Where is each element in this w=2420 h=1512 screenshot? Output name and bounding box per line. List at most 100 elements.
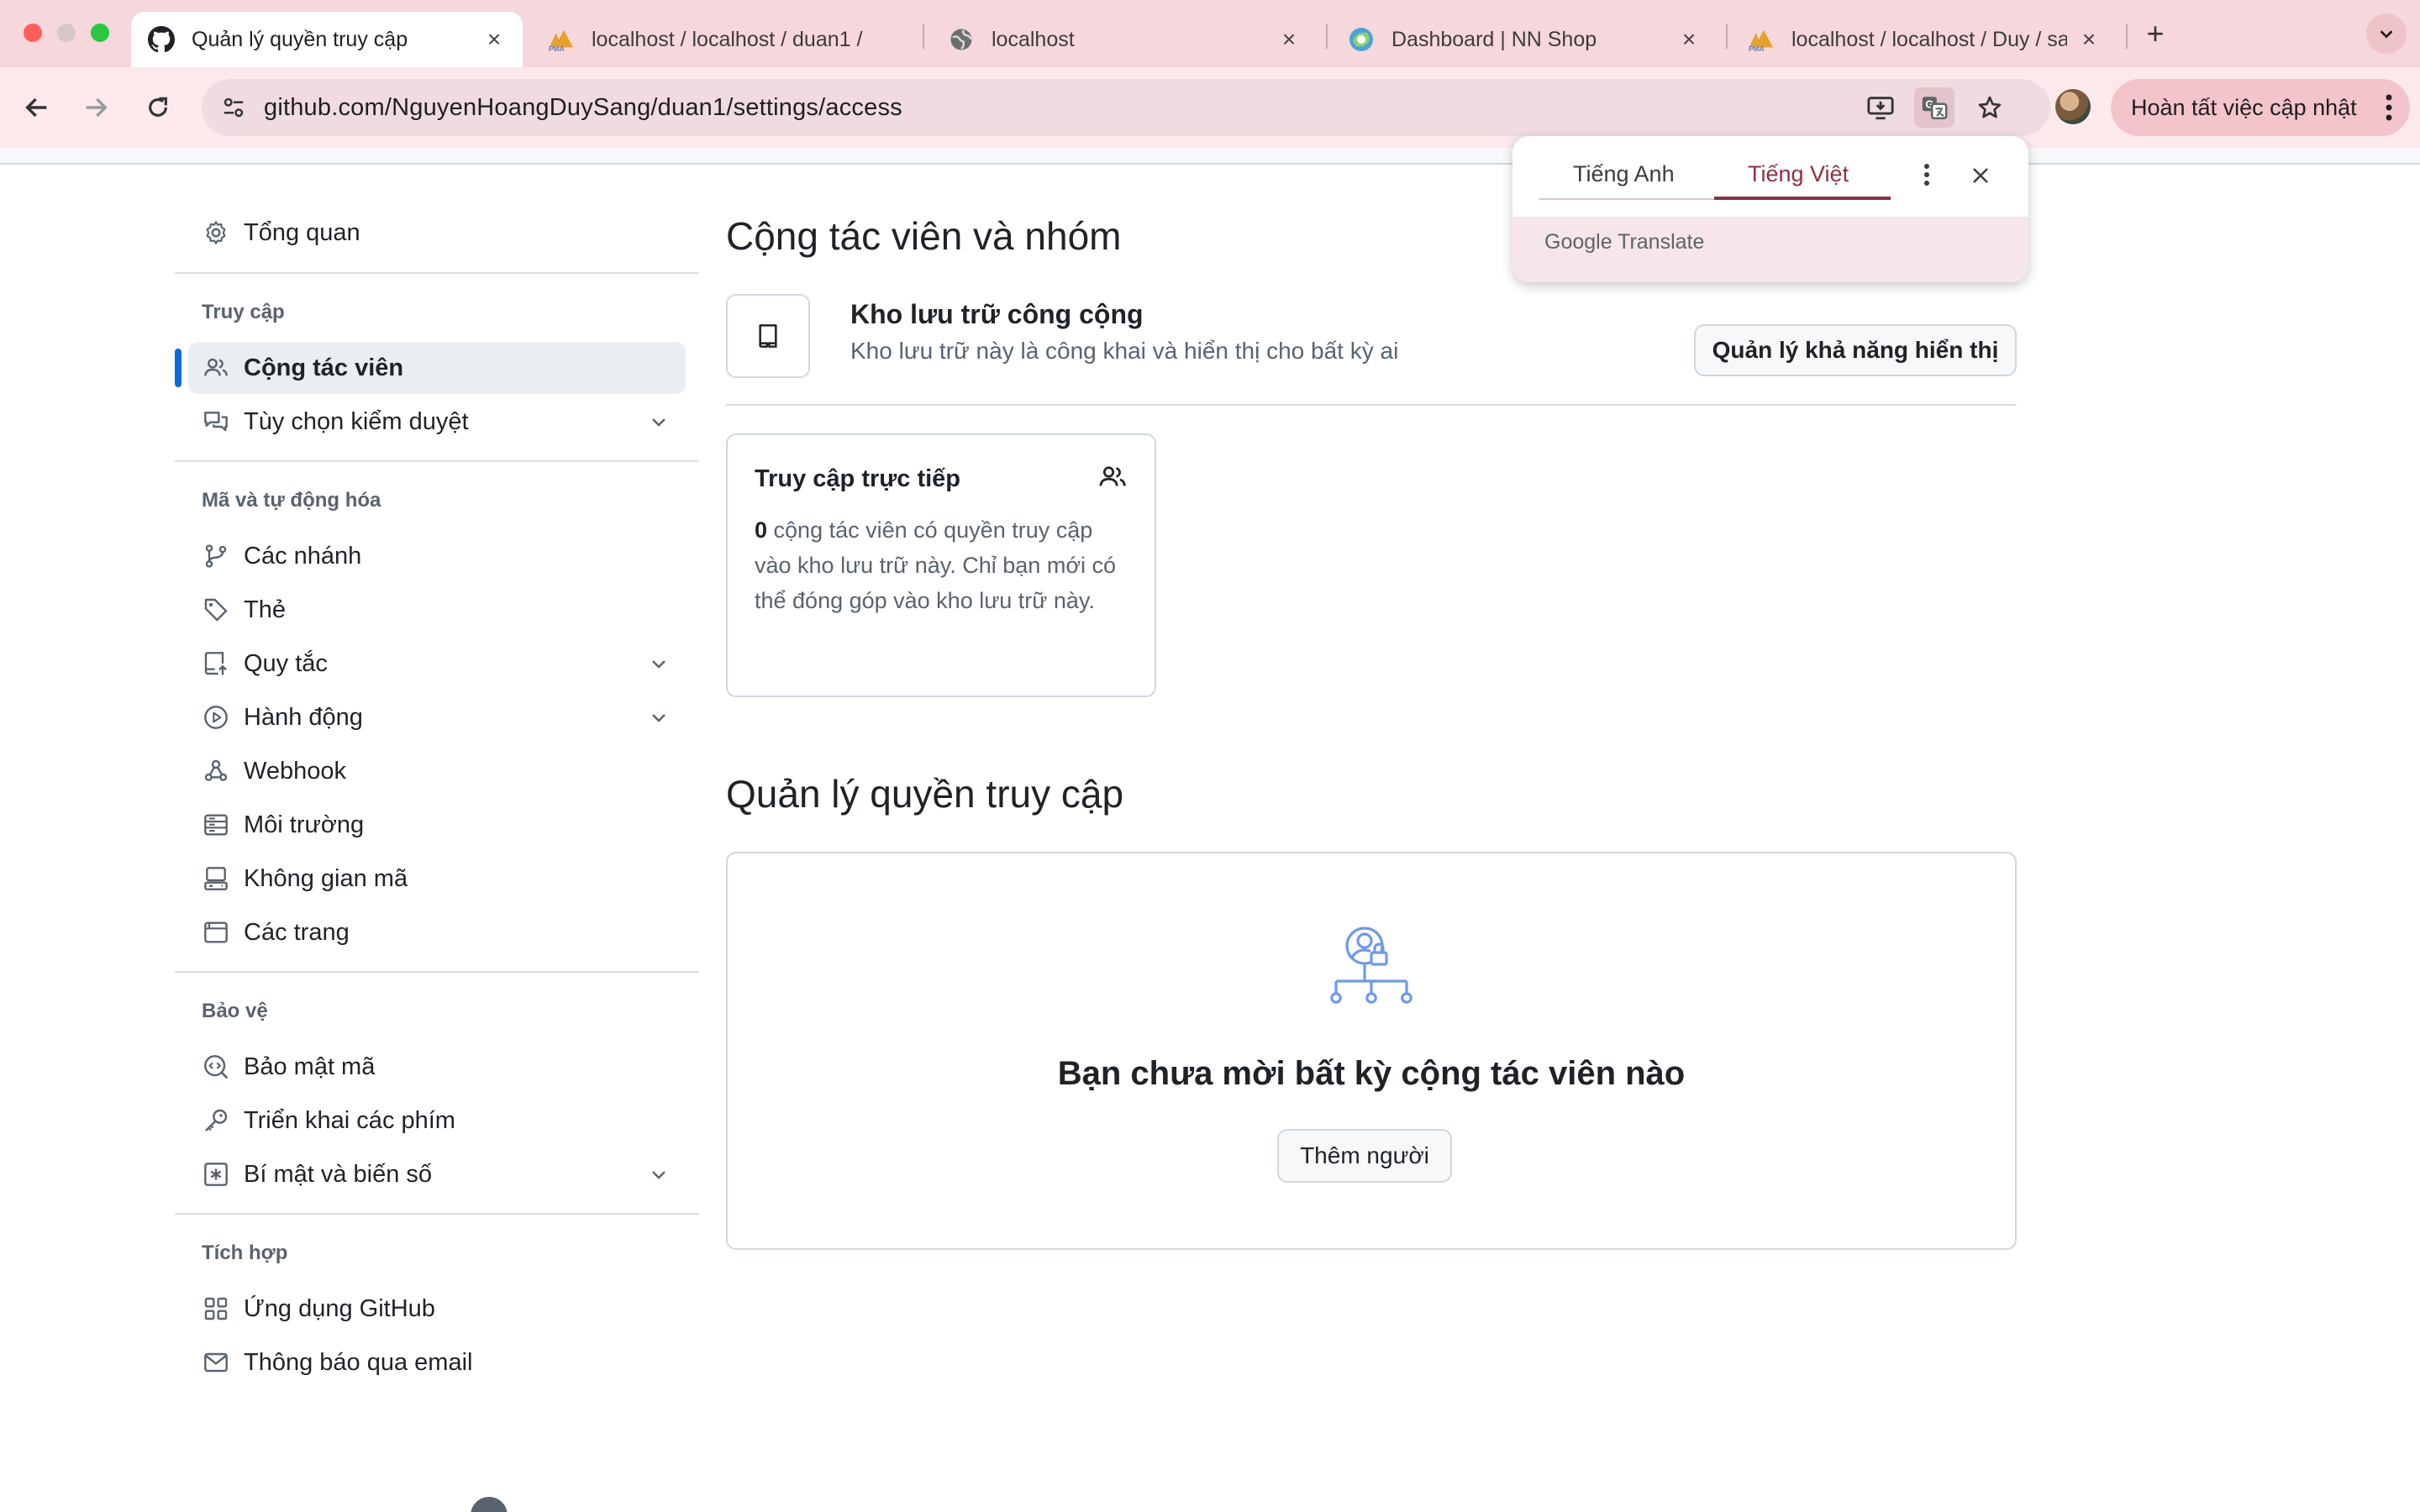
access-lock-icon [1330, 927, 1413, 1004]
webhook-icon [202, 757, 230, 785]
google-translate-brand: Google Translate [1544, 230, 1705, 254]
minimize-window-button[interactable] [57, 24, 76, 42]
github-icon [148, 26, 175, 53]
server-icon [202, 811, 230, 839]
repo-icon-box [726, 294, 810, 378]
chevron-down-icon [652, 714, 666, 722]
visibility-description: Kho lưu trữ này là công khai và hiển thị… [850, 338, 1399, 364]
close-icon[interactable] [1966, 161, 1995, 190]
sidebar-item-label: Triển khai các phím [244, 1106, 455, 1134]
chevron-down-icon [652, 1171, 666, 1179]
codescan-icon [202, 1053, 230, 1081]
more-vertical-icon [2385, 91, 2393, 130]
arrow-left-icon [25, 97, 47, 118]
mail-icon [202, 1348, 230, 1377]
forward-button[interactable] [76, 87, 116, 128]
sidebar-item-label: Bí mật và biến số [244, 1160, 433, 1188]
sidebar-item-tags[interactable]: Thẻ [188, 584, 686, 636]
sidebar-item-rules[interactable]: Quy tắc [188, 638, 686, 690]
sidebar-item-webhooks[interactable]: Webhook [188, 745, 686, 797]
translate-icon[interactable]: G [1914, 87, 1954, 128]
tag-icon [202, 596, 230, 624]
profile-avatar[interactable] [2055, 89, 2091, 124]
direct-access-title: Truy cập trực tiếp [755, 465, 961, 492]
phpmyadmin-icon: PMA [1748, 26, 1775, 53]
collaborator-count: 0 [755, 517, 768, 543]
sidebar-divider [175, 272, 699, 274]
tab-separator [2126, 24, 2128, 49]
sidebar-item-label: Thẻ [244, 596, 286, 623]
tab-close-icon[interactable]: × [1677, 26, 1701, 52]
repo-push-icon [202, 649, 230, 678]
sidebar-item-codespaces[interactable]: Không gian mã [188, 853, 686, 905]
sidebar-section-heading: Bảo vệ [202, 1000, 268, 1022]
new-tab-button[interactable]: + [2139, 16, 2172, 50]
visibility-title: Kho lưu trữ công cộng [850, 299, 1144, 329]
install-app-icon[interactable] [1860, 87, 1901, 128]
sidebar-item-secrets[interactable]: Bí mật và biến số [188, 1148, 686, 1200]
pma-label: PMA [1749, 45, 1765, 53]
tab-search-button[interactable] [2366, 13, 2407, 54]
chevron-down-icon [652, 418, 666, 427]
tab-close-icon[interactable]: × [482, 26, 506, 52]
update-button-label: Hoàn tất việc cập nhật [2131, 94, 2357, 120]
sidebar-item-overview[interactable]: Tổng quan [188, 207, 686, 259]
more-vertical-icon[interactable] [1914, 160, 1939, 190]
sidebar-section-heading: Truy cập [202, 301, 285, 323]
back-button[interactable] [17, 87, 57, 128]
browser-tab[interactable]: Dashboard | NN Shop × [1331, 12, 1718, 67]
sidebar-item-github-apps[interactable]: Ứng dụng GitHub [188, 1283, 686, 1335]
tab-underline [1539, 198, 1716, 200]
repo-icon [759, 324, 777, 349]
github-footer-logo [471, 1497, 508, 1512]
sidebar-item-label: Thông báo qua email [244, 1348, 473, 1376]
sidebar-item-actions[interactable]: Hành động [188, 691, 686, 743]
address-bar[interactable]: github.com/NguyenHoangDuySang/duan1/sett… [202, 79, 2050, 136]
apps-icon [202, 1294, 230, 1323]
browser-tab[interactable]: PMA localhost / localhost / Duy / sa × [1731, 12, 2118, 67]
bookmark-star-icon[interactable] [1970, 87, 2010, 128]
globe-icon [948, 26, 975, 53]
sidebar-item-collaborators[interactable]: Cộng tác viên [188, 342, 686, 394]
tab-close-icon[interactable]: × [1277, 26, 1301, 52]
tab-title: Dashboard | NN Shop [1392, 27, 1597, 51]
tab-close-icon[interactable]: × [2077, 26, 2101, 52]
empty-state-box: Bạn chưa mời bất kỳ cộng tác viên nào [726, 852, 2017, 1250]
browser-tab[interactable]: localhost × [931, 12, 1318, 67]
sidebar-item-moderation[interactable]: Tùy chọn kiểm duyệt [188, 396, 686, 448]
people-icon [1099, 466, 1126, 486]
sidebar-item-environments[interactable]: Môi trường [188, 799, 686, 851]
sidebar-item-label: Bảo mật mã [244, 1053, 376, 1080]
sidebar-section-heading: Tích hợp [202, 1242, 288, 1264]
browser-tab-active[interactable]: Quản lý quyền truy cập × [131, 12, 523, 67]
close-window-button[interactable] [24, 24, 42, 42]
comment-discussion-icon [202, 407, 230, 436]
pma-label: PMA [549, 45, 565, 53]
phpmyadmin-icon: PMA [548, 26, 575, 53]
sidebar-item-deploy-keys[interactable]: Triển khai các phím [188, 1095, 686, 1147]
direct-access-card: Truy cập trực tiếp 0 cộng tác viên có qu… [726, 433, 1156, 697]
manage-visibility-button[interactable]: Quản lý khả năng hiển thị [1694, 324, 2017, 376]
sidebar-divider [175, 1213, 699, 1215]
add-people-button[interactable]: Thêm người [1277, 1129, 1452, 1183]
direct-access-description: 0 cộng tác viên có quyền truy cập vào kh… [755, 512, 1133, 618]
update-button[interactable]: Hoàn tất việc cập nhật [2111, 79, 2410, 136]
translate-tab-source[interactable]: Tiếng Anh [1573, 161, 1675, 187]
sidebar-item-code-security[interactable]: Bảo mật mã [188, 1041, 686, 1093]
sidebar-item-pages[interactable]: Các trang [188, 906, 686, 958]
sidebar-divider [175, 460, 699, 462]
maximize-window-button[interactable] [91, 24, 109, 42]
sidebar-item-email-notifications[interactable]: Thông báo qua email [188, 1336, 686, 1389]
sidebar-item-label: Quy tắc [244, 649, 328, 677]
site-settings-icon[interactable] [213, 87, 254, 128]
reload-button[interactable] [138, 87, 178, 128]
url-text[interactable]: github.com/NguyenHoangDuySang/duan1/sett… [264, 94, 902, 122]
section-divider [726, 404, 2017, 406]
browser-tab[interactable]: PMA localhost / localhost / duan1 / [531, 12, 909, 67]
gear-icon [202, 218, 230, 247]
translate-tab-target[interactable]: Tiếng Việt [1748, 161, 1849, 187]
sidebar-item-label: Tùy chọn kiểm duyệt [244, 407, 469, 435]
tab-separator [923, 24, 924, 49]
sidebar-item-branches[interactable]: Các nhánh [188, 530, 686, 582]
tab-separator [1326, 24, 1328, 49]
